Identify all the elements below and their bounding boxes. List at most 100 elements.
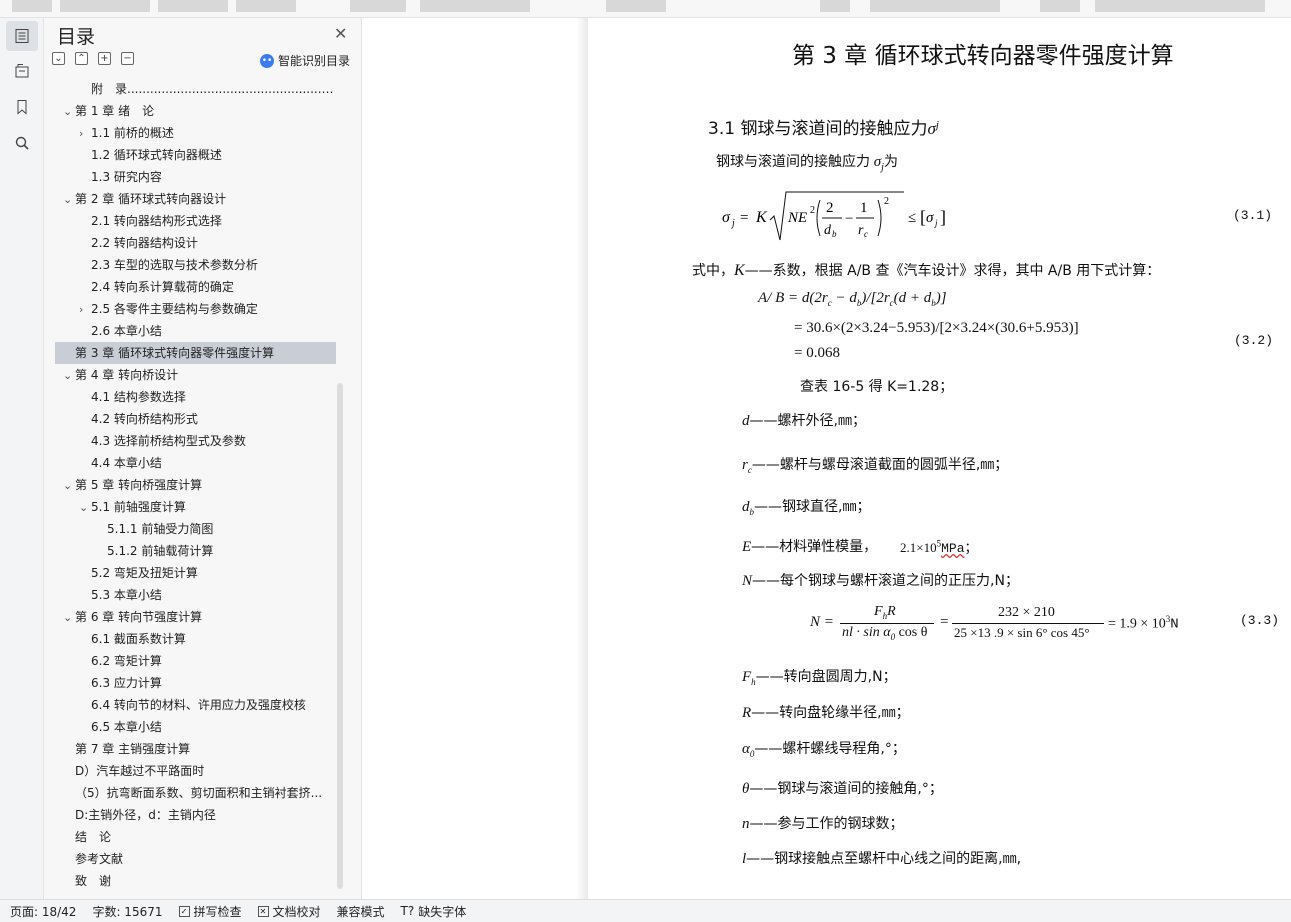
bookmark-icon[interactable] [6,92,38,122]
toc-item[interactable]: 5.1.2 前轴载荷计算 [55,540,336,562]
section-symbol: σ [927,119,936,138]
proofread-button[interactable]: ✕ 文档校对 [257,903,321,920]
toc-item[interactable]: 2.4 转向系计算载荷的确定 [55,276,336,298]
toc-item[interactable]: 5.1.1 前轴受力简图 [55,518,336,540]
definition-symbol: F [742,669,752,685]
svg-text:2: 2 [826,200,834,216]
definition-line: l——钢球接触点至螺杆中心线之间的距离,㎜, [742,848,1021,869]
expand-all-icon[interactable]: ⌄ [52,52,65,65]
toc-item-label: 5.1.2 前轴载荷计算 [107,544,214,558]
chevron-right-icon[interactable]: › [79,123,91,144]
toc-item[interactable]: 第 3 章 循环球式转向器零件强度计算 [55,342,336,364]
chevron-down-icon[interactable]: ⌄ [63,365,75,386]
definition-text: ——螺杆螺线导程角,°； [754,741,906,757]
chevron-down-icon[interactable]: ⌄ [79,497,91,518]
toc-item[interactable]: › 1.1 前桥的概述 [55,122,336,144]
toc-item[interactable]: 4.2 转向桥结构形式 [55,408,336,430]
chevron-down-icon[interactable]: ⌄ [63,607,75,628]
toc-item[interactable]: 附 录.....................................… [55,78,336,100]
toc-item[interactable]: 4.1 结构参数选择 [55,386,336,408]
toc-item-label: 第 4 章 转向桥设计 [75,368,179,382]
word-count[interactable]: 字数: 15671 [92,903,162,920]
intro-text: 钢球与滚道间的接触应力 [716,154,870,170]
toc-item-label: 致 谢 [75,874,112,888]
svg-text:σ: σ [926,210,934,226]
modulus-unit: MPa [941,541,965,556]
navigation-icon[interactable] [6,56,38,86]
toc-item[interactable]: 第 7 章 主销强度计算 [55,738,336,760]
toc-scrollbar[interactable] [337,383,343,889]
toc-item[interactable]: 5.2 弯矩及扭矩计算 [55,562,336,584]
toc-item[interactable]: ⌄ 5.1 前轴强度计算 [55,496,336,518]
toc-item[interactable]: 6.2 弯矩计算 [55,650,336,672]
toc-toolbar: ⌄ ⌃ + − [52,52,134,65]
compat-mode[interactable]: 兼容模式 [337,903,385,920]
remove-heading-icon[interactable]: − [121,52,134,65]
toc-panel-icon[interactable] [6,21,38,51]
toc-item-label: 5.3 本章小结 [91,588,162,602]
smart-toc-button[interactable]: •• 智能识别目录 [260,52,350,69]
chevron-down-icon[interactable]: ⌄ [63,475,75,496]
toc-item[interactable]: 5.3 本章小结 [55,584,336,606]
definition-symbol: α [742,741,750,757]
chevron-right-icon[interactable]: › [79,299,91,320]
definition-line: db——钢球直径,㎜； [742,496,870,517]
search-icon[interactable] [6,128,38,158]
toc-item[interactable]: 6.3 应力计算 [55,672,336,694]
chevron-down-icon[interactable]: ⌄ [63,189,75,210]
toc-item[interactable]: 6.1 截面系数计算 [55,628,336,650]
collapse-all-icon[interactable]: ⌃ [75,52,88,65]
toc-item-label: 附 录.....................................… [91,82,336,96]
toc-item[interactable]: （5）抗弯断面系数、剪切面积和主销衬套挤... [55,782,336,804]
toc-item[interactable]: 2.1 转向器结构形式选择 [55,210,336,232]
definition-text: ——材料弹性模量， [751,539,878,555]
definition-text: ——钢球与滚道间的接触角,°； [749,781,943,797]
svg-text:=: = [740,210,748,226]
chevron-down-icon[interactable]: ⌄ [63,101,75,122]
toc-item[interactable]: 2.6 本章小结 [55,320,336,342]
close-icon[interactable]: ✕ [334,24,347,43]
svg-text:j: j [934,218,938,228]
toc-item[interactable]: 2.2 转向器结构设计 [55,232,336,254]
page-shadow [576,18,588,899]
add-heading-icon[interactable]: + [98,52,111,65]
toc-item[interactable]: ⌄ 第 5 章 转向桥强度计算 [55,474,336,496]
toc-item[interactable]: 结 论 [55,826,336,848]
toc-item[interactable]: D）汽车越过不平路面时 [55,760,336,782]
eq2-line3: = 0.068 [794,345,840,361]
toc-item[interactable]: ⌄ 第 2 章 循环球式转向器设计 [55,188,336,210]
eq3-num-r: R [887,604,896,619]
toc-item[interactable]: D:主销外径，d：主销内径 [55,804,336,826]
toc-item[interactable]: 1.2 循环球式转向器概述 [55,144,336,166]
toc-item[interactable]: 4.3 选择前桥结构型式及参数 [55,430,336,452]
definition-text: ——转向盘轮缘半径,㎜； [751,705,910,721]
toc-item[interactable]: ⌄ 第 4 章 转向桥设计 [55,364,336,386]
equation-number-3-2: (3.2) [1234,333,1274,348]
svg-text:2: 2 [884,196,889,207]
missing-font-button[interactable]: T? 缺失字体 [401,903,467,920]
definition-line: R——转向盘轮缘半径,㎜； [742,702,910,723]
ai-icon: •• [260,53,274,68]
toc-item[interactable]: 6.5 本章小结 [55,716,336,738]
toc-item-label: 5.2 弯矩及扭矩计算 [91,566,198,580]
toc-item[interactable]: 4.4 本章小结 [55,452,336,474]
definition-line: N——每个钢球与螺杆滚道之间的正压力,N； [742,570,1019,591]
spell-check-button[interactable]: ✓ 拼写检查 [178,903,242,920]
toc-item[interactable]: 2.3 车型的选取与技术参数分析 [55,254,336,276]
missing-font-label: 缺失字体 [418,904,467,919]
toc-item[interactable]: 致 谢 [55,870,336,892]
toc-item[interactable]: 参考文献 [55,848,336,870]
toc-item-label: 2.5 各零件主要结构与参数确定 [91,302,258,316]
equation-number-3-1: (3.1) [1233,208,1273,223]
toc-item[interactable]: 1.3 研究内容 [55,166,336,188]
toc-item[interactable]: 6.4 转向节的材料、许用应力及强度校核 [55,694,336,716]
svg-text:b: b [832,229,837,239]
section-title: 3.1 钢球与滚道间的接触应力σj [708,114,939,139]
toc-item[interactable]: › 2.5 各零件主要结构与参数确定 [55,298,336,320]
toc-item[interactable]: ⌄ 第 6 章 转向节强度计算 [55,606,336,628]
toc-item[interactable]: ⌄ 第 1 章 绪 论 [55,100,336,122]
page-indicator[interactable]: 页面: 18/42 [10,903,76,920]
definition-line: d——螺杆外径,㎜； [742,410,866,431]
eq3-unit: N [1170,616,1179,633]
where-line: 式中，K——系数，根据 A/B 查《汽车设计》求得，其中 A/B 用下式计算： [692,260,1160,280]
